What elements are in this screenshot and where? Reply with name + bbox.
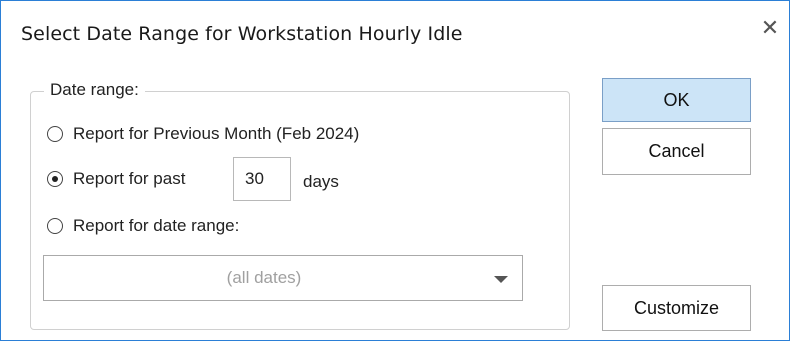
radio-date-range-label[interactable]: Report for date range:	[73, 216, 239, 236]
dialog-title: Select Date Range for Workstation Hourly…	[21, 23, 463, 45]
radio-previous-month-label[interactable]: Report for Previous Month (Feb 2024)	[73, 124, 359, 144]
date-range-legend: Date range:	[44, 80, 145, 100]
radio-past-days[interactable]: Report for past	[47, 166, 185, 192]
past-days-input[interactable]	[233, 157, 291, 201]
radio-icon[interactable]	[47, 218, 63, 234]
radio-past-days-label[interactable]: Report for past	[73, 169, 185, 189]
date-range-dialog: Select Date Range for Workstation Hourly…	[0, 0, 790, 341]
radio-previous-month[interactable]: Report for Previous Month (Feb 2024)	[47, 121, 359, 147]
title-bar: Select Date Range for Workstation Hourly…	[1, 1, 789, 63]
date-range-select-value[interactable]: (all dates)	[44, 256, 484, 300]
ok-button[interactable]: OK	[602, 78, 751, 122]
close-icon[interactable]: ✕	[757, 15, 783, 41]
days-label: days	[303, 172, 339, 191]
radio-checked-icon[interactable]	[47, 171, 63, 187]
date-range-select[interactable]: (all dates)	[43, 255, 523, 301]
radio-icon[interactable]	[47, 126, 63, 142]
chevron-down-icon[interactable]	[494, 276, 508, 283]
customize-button[interactable]: Customize	[602, 285, 751, 331]
cancel-button[interactable]: Cancel	[602, 128, 751, 175]
radio-date-range[interactable]: Report for date range:	[47, 213, 239, 239]
